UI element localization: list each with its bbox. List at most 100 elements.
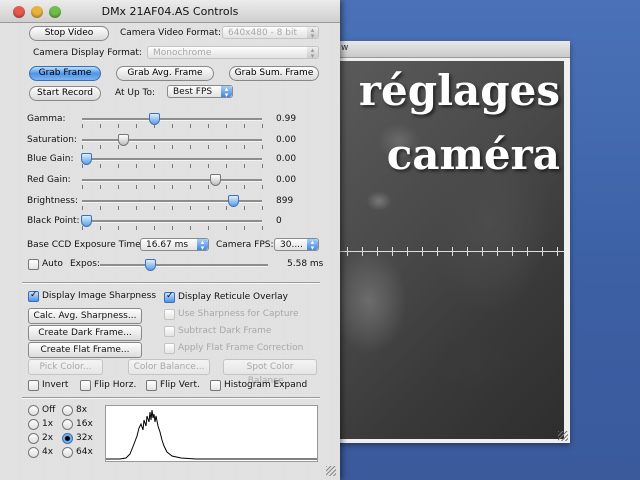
- flip-vert-checkbox[interactable]: [146, 380, 157, 391]
- camera-display-format-label: Camera Display Format:: [33, 48, 142, 58]
- slider-track[interactable]: [82, 174, 262, 186]
- slider-track[interactable]: [82, 113, 262, 125]
- slider-tick: [154, 124, 155, 128]
- display-reticule-checkbox[interactable]: [164, 291, 175, 303]
- slider-tick: [244, 185, 245, 189]
- use-sharpness-checkbox[interactable]: [164, 309, 175, 320]
- zoom-radio-32x[interactable]: [62, 433, 73, 444]
- histogram-plot: [106, 409, 317, 460]
- create-flat-frame-button[interactable]: Create Flat Frame...: [28, 342, 142, 358]
- camera-video-format-label: Camera Video Format:: [120, 28, 222, 38]
- slider-tick: [82, 124, 83, 128]
- slider-label: Red Gain:: [27, 175, 71, 185]
- apply-flat-frame-checkbox[interactable]: [164, 343, 175, 354]
- reticule-tick: [542, 247, 543, 256]
- panel-titlebar[interactable]: DMx 21AF04.AS Controls: [0, 0, 340, 23]
- subtract-dark-frame-checkbox[interactable]: [164, 326, 175, 337]
- slider-track[interactable]: [82, 195, 262, 207]
- controls-panel: DMx 21AF04.AS Controls Stop Video Camera…: [0, 0, 340, 480]
- image-window-title: w: [341, 43, 349, 53]
- slider-tick: [82, 206, 83, 210]
- slider-tick: [226, 164, 227, 168]
- slider-ticks: [82, 145, 263, 149]
- zoom-radio-label: 64x: [76, 447, 93, 457]
- slider-track[interactable]: [81, 153, 262, 165]
- slider-tick: [154, 226, 155, 230]
- camera-fps-select[interactable]: 30.... ▴ ▾: [274, 238, 319, 252]
- image-window-titlebar[interactable]: w: [333, 41, 570, 58]
- slider-tick: [118, 226, 119, 230]
- slider-tick: [100, 145, 101, 149]
- zoom-radio-16x[interactable]: [62, 419, 73, 430]
- grab-sum-frame-button[interactable]: Grab Sum. Frame: [229, 66, 319, 81]
- slider-tick: [136, 124, 137, 128]
- zoom-radio-8x[interactable]: [62, 405, 73, 416]
- camera-video-format-select[interactable]: 640x480 - 8 bit ▴ ▾: [222, 26, 319, 40]
- at-up-to-select[interactable]: Best FPS ▴ ▾: [167, 85, 233, 99]
- start-record-button[interactable]: Start Record: [29, 86, 101, 101]
- slider-tick: [118, 124, 119, 128]
- slider-tick: [172, 164, 173, 168]
- slider-tick: [262, 164, 263, 168]
- slider-ticks: [82, 124, 263, 128]
- divider: [22, 397, 320, 399]
- slider-value: 0.00: [276, 175, 297, 185]
- grab-frame-button[interactable]: Grab Frame: [29, 66, 101, 81]
- zoom-radio-2x[interactable]: [28, 433, 39, 444]
- slider-tick: [154, 185, 155, 189]
- create-dark-frame-button[interactable]: Create Dark Frame...: [28, 325, 142, 341]
- camera-fps-value: 30....: [280, 240, 303, 250]
- window-resize-handle[interactable]: [558, 431, 568, 441]
- slider-tick: [244, 164, 245, 168]
- slider-track[interactable]: [81, 215, 262, 227]
- slider-tick: [208, 226, 209, 230]
- display-sharpness-checkbox[interactable]: [28, 290, 39, 302]
- spot-color-balance-button[interactable]: Spot Color Balance...: [223, 359, 317, 386]
- flip-horz-checkbox[interactable]: [80, 380, 91, 391]
- slider-tick: [262, 226, 263, 230]
- invert-checkbox[interactable]: [28, 380, 39, 391]
- slider-tick: [172, 124, 173, 128]
- histogram-expand-checkbox[interactable]: [210, 380, 221, 391]
- overlay-title-line2: caméra: [386, 130, 560, 179]
- histogram-curve: [106, 409, 317, 460]
- slider-tick: [262, 145, 263, 149]
- auto-exposure-checkbox[interactable]: [28, 259, 39, 270]
- slider-tick: [190, 206, 191, 210]
- slider-tick: [208, 164, 209, 168]
- zoom-radio-off[interactable]: [28, 405, 39, 416]
- zoom-radio-label: 8x: [76, 405, 88, 415]
- slider-track[interactable]: [82, 134, 262, 146]
- slider-tick: [226, 226, 227, 230]
- slider-tick: [208, 185, 209, 189]
- reticule-tick: [362, 247, 363, 256]
- slider-label: Gamma:: [27, 114, 66, 124]
- slider-tick: [244, 226, 245, 230]
- flip-vert-label: Flip Vert.: [160, 380, 200, 390]
- exposure-time-value: 16.67 ms: [146, 240, 189, 250]
- expos-slider-track[interactable]: [100, 259, 268, 271]
- reticule-tick: [392, 247, 393, 256]
- pick-color-button[interactable]: Pick Color...: [28, 359, 103, 375]
- slider-tick: [136, 185, 137, 189]
- moon-image: [339, 61, 564, 439]
- slider-ticks: [82, 185, 263, 189]
- panel-resize-handle[interactable]: [326, 466, 336, 476]
- slider-label: Black Point:: [27, 216, 80, 226]
- grab-avg-frame-button[interactable]: Grab Avg. Frame: [116, 66, 214, 81]
- zoom-radio-4x[interactable]: [28, 447, 39, 458]
- calc-avg-sharpness-button[interactable]: Calc. Avg. Sharpness...: [28, 308, 142, 324]
- zoom-radio-1x[interactable]: [28, 419, 39, 430]
- slider-tick: [136, 145, 137, 149]
- slider-tick: [100, 226, 101, 230]
- exposure-time-select[interactable]: 16.67 ms ▴ ▾: [140, 238, 209, 252]
- slider-tick: [118, 185, 119, 189]
- slider-tick: [190, 185, 191, 189]
- color-balance-button[interactable]: Color Balance...: [128, 359, 210, 375]
- slider-value: 0.00: [276, 135, 297, 145]
- zoom-radio-64x[interactable]: [62, 447, 73, 458]
- camera-display-format-select[interactable]: Monochrome ▴ ▾: [147, 46, 319, 60]
- expos-slider-thumb[interactable]: [145, 259, 156, 271]
- stop-video-button[interactable]: Stop Video: [29, 26, 109, 41]
- reticule-tick: [512, 247, 513, 256]
